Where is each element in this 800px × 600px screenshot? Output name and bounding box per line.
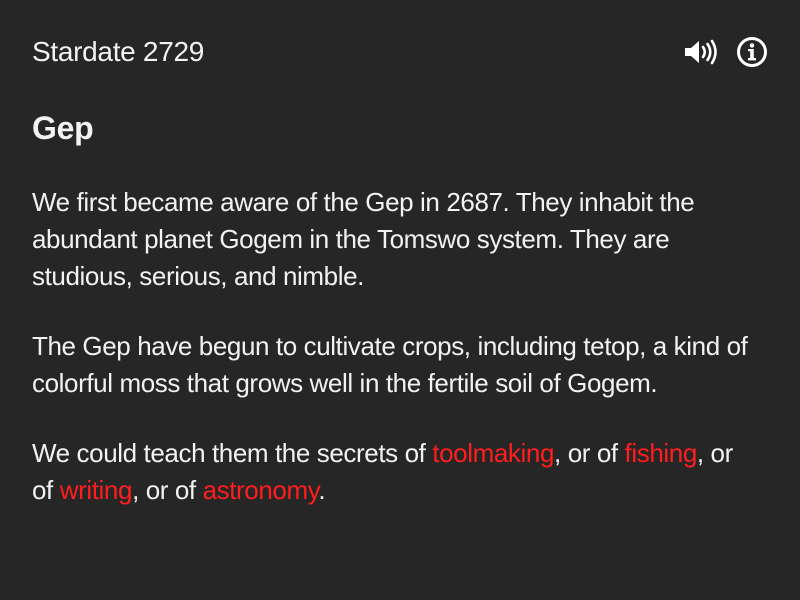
speaker-icon[interactable]	[682, 34, 718, 70]
info-icon[interactable]	[734, 34, 770, 70]
choices-prefix: We could teach them the secrets of	[32, 438, 433, 468]
choices-separator: , or of	[554, 438, 625, 468]
choices-separator: , or of	[132, 475, 203, 505]
description-paragraph: We first became aware of the Gep in 2687…	[32, 187, 695, 291]
choice-link-toolmaking[interactable]: toolmaking	[432, 438, 554, 468]
choice-link-astronomy[interactable]: astronomy	[203, 475, 319, 505]
description-content: We first became aware of the Gep in 2687…	[32, 184, 752, 542]
description-paragraph: The Gep have begun to cultivate crops, i…	[32, 331, 748, 398]
choice-link-writing[interactable]: writing	[60, 475, 133, 505]
choices-paragraph: We could teach them the secrets of toolm…	[32, 435, 752, 509]
stardate-label: Stardate 2729	[32, 36, 205, 67]
choices-suffix: .	[318, 475, 326, 505]
choice-link-fishing[interactable]: fishing	[625, 438, 698, 468]
header-icons	[682, 34, 770, 70]
species-title: Gep	[32, 110, 94, 146]
